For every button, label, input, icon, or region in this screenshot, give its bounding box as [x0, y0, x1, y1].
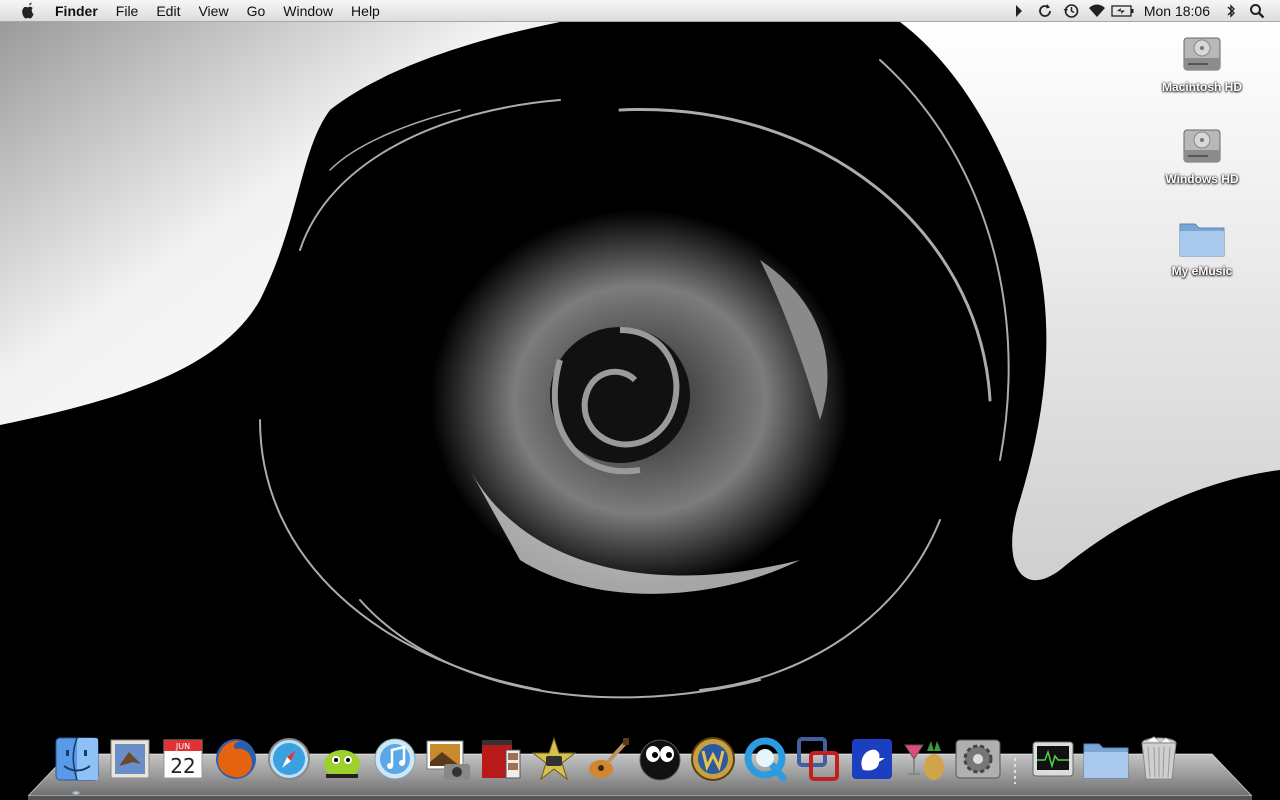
activity-monitor-icon [1032, 741, 1073, 777]
apple-menu-icon[interactable] [18, 0, 38, 22]
ical-day: 22 [170, 754, 195, 778]
dock-item-vmware[interactable] [792, 732, 845, 786]
dock-separator[interactable] [1004, 732, 1026, 786]
app-menu-finder[interactable]: Finder [46, 0, 107, 22]
system-preferences-icon [955, 739, 1000, 779]
sync-icon[interactable] [1032, 0, 1058, 22]
desktop-icon-windows-hd[interactable]: Windows HD [1147, 122, 1257, 186]
dock-item-activity-monitor[interactable] [1026, 732, 1079, 786]
imovie-icon [531, 736, 576, 781]
menu-window[interactable]: Window [274, 0, 342, 22]
dock-item-firefox[interactable] [209, 732, 262, 786]
dock-item-photo-booth[interactable] [474, 732, 527, 786]
dock-item-eyes-app[interactable] [633, 732, 686, 786]
menu-file[interactable]: File [107, 0, 148, 22]
menu-bar: Finder File Edit View Go Window Help Mon… [0, 0, 1280, 22]
itunes-icon [374, 738, 415, 780]
dock-item-cocktail[interactable] [898, 732, 951, 786]
dock-item-itunes[interactable] [368, 732, 421, 786]
adium-icon [323, 750, 360, 778]
dock-item-quicktime[interactable] [739, 732, 792, 786]
wifi-icon[interactable] [1084, 0, 1110, 22]
dock-item-trash[interactable] [1132, 732, 1185, 786]
menu-edit[interactable]: Edit [147, 0, 189, 22]
hard-drive-icon [1183, 37, 1221, 71]
running-indicator [72, 791, 80, 795]
iphoto-icon [426, 740, 470, 780]
dock-item-documents-folder[interactable] [1079, 732, 1132, 786]
cyberduck-icon [851, 739, 892, 779]
menu-view[interactable]: View [189, 0, 237, 22]
dock-item-imovie[interactable] [527, 732, 580, 786]
cocktail-icon [903, 741, 944, 780]
eyes-app-icon [639, 739, 680, 781]
dock-item-ical[interactable]: JUN 22 [156, 732, 209, 786]
vmware-icon [796, 737, 839, 781]
safari-icon [267, 738, 310, 780]
ical-icon: JUN 22 [163, 739, 202, 779]
chevron-icon[interactable] [1006, 0, 1032, 22]
menubar-clock[interactable]: Mon 18:06 [1136, 0, 1218, 22]
garageband-icon [588, 738, 629, 778]
menu-go[interactable]: Go [238, 0, 275, 22]
bluetooth-icon[interactable] [1218, 0, 1244, 22]
menu-help[interactable]: Help [342, 0, 389, 22]
time-machine-icon[interactable] [1058, 0, 1084, 22]
dock-item-safari[interactable] [262, 732, 315, 786]
dock-item-iphoto[interactable] [421, 732, 474, 786]
trash-icon [1140, 736, 1177, 780]
desktop-icon-macintosh-hd[interactable]: Macintosh HD [1147, 30, 1257, 94]
desktop-icon-label: My eMusic [1171, 264, 1233, 278]
mail-icon [110, 739, 149, 779]
firefox-icon [215, 739, 256, 779]
folder-icon [1179, 223, 1225, 257]
hard-drive-icon [1183, 129, 1221, 163]
dock-item-mail[interactable] [103, 732, 156, 786]
dock: JUN 22 [50, 730, 1185, 795]
battery-icon[interactable] [1110, 0, 1136, 22]
desktop-icon-label: Windows HD [1165, 172, 1239, 186]
photo-booth-icon [481, 740, 520, 779]
dock-item-cyberduck[interactable] [845, 732, 898, 786]
spotlight-icon[interactable] [1244, 0, 1270, 22]
desktop-wallpaper [0, 0, 1280, 800]
dock-item-adium[interactable] [315, 732, 368, 786]
finder-icon [55, 737, 98, 781]
dock-item-garageband[interactable] [580, 732, 633, 786]
dock-item-world-of-warcraft[interactable] [686, 732, 739, 786]
quicktime-icon [744, 737, 786, 782]
dock-item-finder[interactable] [50, 732, 103, 795]
ical-month: JUN [174, 742, 189, 751]
dock-item-system-preferences[interactable] [951, 732, 1004, 786]
world-of-warcraft-icon [690, 737, 735, 781]
desktop-icon-label: Macintosh HD [1161, 80, 1242, 94]
documents-folder-icon [1083, 743, 1128, 779]
desktop-icon-my-emusic[interactable]: My eMusic [1147, 216, 1257, 278]
